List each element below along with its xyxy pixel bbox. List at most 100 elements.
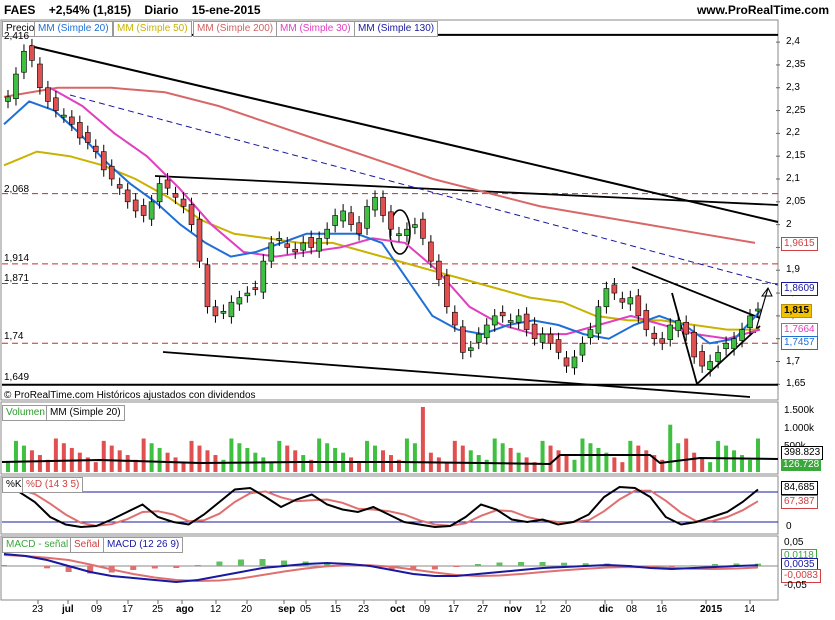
macd-hist-bar (453, 566, 460, 567)
candle-body (483, 324, 490, 339)
volume-bar (365, 440, 370, 472)
macd-hist-bar (539, 562, 546, 566)
macd-tick: -0,05 (784, 580, 807, 591)
volume-bar (349, 457, 354, 472)
candle-body (595, 306, 602, 334)
vol-tick: 1.000k (784, 423, 815, 434)
volume-bar (301, 455, 306, 472)
volume-bar (125, 455, 130, 472)
legend-macd-hist: MACD - señal (2, 537, 73, 553)
candle-body (691, 331, 697, 358)
volume-bar (628, 440, 633, 472)
x-tick-label: 27 (477, 604, 489, 615)
candle-body (619, 298, 626, 303)
candle-body (84, 132, 91, 143)
stoch-tick: 0 (786, 521, 792, 532)
candle-body (651, 332, 658, 339)
macd-hist-bar (173, 566, 180, 568)
x-tick-label: 14 (744, 604, 756, 615)
candle-body (252, 287, 259, 290)
candle-body (388, 211, 394, 230)
volume-bar (404, 438, 409, 472)
volume-bar (644, 450, 649, 472)
chart-canvas[interactable] (0, 0, 835, 620)
candle-body (268, 242, 275, 262)
candle-body (755, 308, 761, 312)
volume-bar (388, 455, 393, 472)
candle-body (412, 224, 418, 228)
x-tick-label: nov (504, 604, 522, 615)
candle-body (164, 179, 171, 189)
candle-body (13, 73, 19, 100)
candle-body (563, 357, 570, 367)
price-tick: 2,05 (786, 195, 806, 207)
candle-body (228, 301, 235, 318)
candle-body (364, 206, 370, 229)
volume-bar (61, 443, 66, 472)
candle-body (611, 284, 618, 294)
volume-bar (357, 462, 362, 472)
candle-body (61, 114, 67, 118)
volume-bar (548, 445, 553, 472)
candle-body (731, 338, 737, 350)
candle-body (45, 87, 51, 102)
volume-bar (101, 440, 106, 472)
price-tick: 2,3 (786, 81, 800, 93)
candle-body (491, 315, 498, 326)
candle-body (515, 315, 522, 323)
volume-bar (37, 455, 42, 472)
macd-hist-bar (561, 562, 568, 566)
volume-bar (748, 459, 753, 472)
macd-hist-bar (1, 565, 7, 566)
candle-body (196, 218, 203, 262)
price-tick: 2 (786, 218, 792, 230)
tag-stoch-k: 84,685 (781, 481, 818, 495)
candle-body (707, 361, 713, 371)
legend-sma30: MM (Simple 30) (276, 21, 355, 37)
macd-tick: 0,05 (784, 537, 804, 548)
price-tick: 1,9 (786, 264, 800, 276)
candle-body (579, 342, 586, 356)
candle-body (467, 347, 474, 351)
x-tick-label: 15 (330, 604, 342, 615)
tag-sma20: 1,7457 (781, 336, 818, 350)
x-tick-label: 12 (210, 604, 222, 615)
candle-body (188, 204, 195, 225)
candle-body (140, 205, 147, 216)
tag-volume-sma: 398.823 (781, 446, 824, 460)
price-tick: 2,25 (786, 104, 806, 116)
x-tick-label: 23 (358, 604, 370, 615)
candle-body (212, 306, 219, 317)
x-tick-label: oct (390, 604, 405, 615)
price-tick: 2,2 (786, 127, 800, 139)
candle-body (444, 275, 450, 308)
volume-bar (317, 438, 322, 472)
volume-bar (556, 450, 561, 472)
x-tick-label: 2015 (700, 604, 723, 615)
volume-bar (452, 440, 457, 472)
candle-body (308, 237, 314, 248)
trend-line (29, 45, 779, 223)
volume-bar (716, 440, 721, 472)
x-tick-label: 20 (241, 604, 253, 615)
volume-bar (612, 457, 617, 472)
tag-sma200: 1,9615 (781, 237, 818, 251)
candle-body (340, 210, 346, 222)
volume-bar (181, 462, 186, 472)
candle-body (507, 320, 514, 323)
volume-bar (676, 443, 681, 472)
x-tick-label: 08 (626, 604, 638, 615)
candle-body (348, 212, 354, 225)
candle-body (539, 333, 546, 343)
volume-bar (732, 450, 737, 472)
candle-body (452, 311, 458, 326)
price-tick: 1,7 (786, 355, 800, 367)
macd-hist-bar (518, 562, 525, 566)
volume-bar (237, 443, 242, 472)
volume-bar (373, 445, 378, 472)
candle-body (531, 323, 538, 339)
volume-bar (173, 457, 178, 472)
candle-body (220, 311, 227, 314)
candle-body (555, 339, 562, 353)
volume-bar (540, 440, 545, 472)
